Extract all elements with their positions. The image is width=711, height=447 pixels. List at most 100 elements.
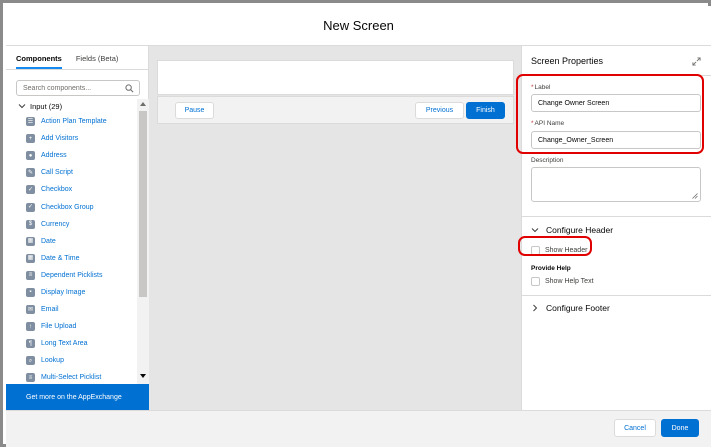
- panel-tabs: Components Fields (Beta): [6, 46, 148, 70]
- list-item-label: Lookup: [41, 357, 64, 365]
- list-item[interactable]: ✉ Email: [6, 301, 137, 318]
- dependent-picklists-icon: ≡: [26, 270, 35, 280]
- screen-canvas: Pause Previous Finish: [149, 46, 521, 410]
- pause-button[interactable]: Pause: [175, 102, 214, 119]
- list-item-label: Display Image: [41, 288, 86, 296]
- chevron-down-icon: [531, 228, 539, 233]
- required-marker: *: [531, 84, 534, 91]
- list-item[interactable]: ⌕ Lookup: [6, 352, 137, 369]
- label-input[interactable]: [531, 94, 701, 112]
- expand-icon[interactable]: [692, 57, 701, 66]
- configure-header-label: Configure Header: [546, 225, 614, 235]
- properties-panel: Screen Properties *Label *API Name Descr…: [521, 46, 711, 410]
- date-icon: ▦: [26, 236, 35, 246]
- section-input[interactable]: Input (29): [6, 99, 137, 113]
- previous-button[interactable]: Previous: [415, 102, 464, 119]
- search-icon[interactable]: [125, 84, 134, 93]
- label-field-label: *Label: [531, 84, 550, 91]
- list-item[interactable]: ▦ Date: [6, 233, 137, 250]
- finish-button[interactable]: Finish: [466, 102, 505, 119]
- api-name-field-text: API Name: [534, 120, 565, 127]
- file-upload-icon: ↑: [26, 322, 35, 332]
- list-item-label: Date: [41, 237, 56, 245]
- list-item[interactable]: ✓ Checkbox: [6, 181, 137, 198]
- modal-frame: New Screen Components Fields (Beta) Inpu…: [0, 0, 711, 447]
- properties-title: Screen Properties: [531, 56, 604, 66]
- api-name-field-label: *API Name: [531, 120, 564, 127]
- section-input-label: Input (29): [30, 101, 63, 111]
- resize-grip-icon[interactable]: [692, 193, 698, 199]
- components-panel: Components Fields (Beta) Input (29) ☰ Act…: [6, 46, 149, 410]
- api-name-input[interactable]: [531, 131, 701, 149]
- add-visitors-icon: +: [26, 134, 35, 144]
- show-header-label: Show Header: [545, 247, 588, 254]
- section-divider: [522, 295, 711, 296]
- panel-divider: [522, 75, 711, 76]
- list-item-label: Checkbox: [41, 186, 73, 194]
- list-item[interactable]: ▪ Display Image: [6, 284, 137, 301]
- list-item[interactable]: ✓ Checkbox Group: [6, 198, 137, 215]
- list-item[interactable]: $ Currency: [6, 216, 137, 233]
- list-item-label: Currency: [41, 220, 70, 228]
- display-image-icon: ▪: [26, 287, 35, 297]
- list-item-label: Long Text Area: [41, 340, 88, 348]
- email-icon: ✉: [26, 305, 35, 315]
- description-textarea[interactable]: [531, 167, 701, 202]
- list-item[interactable]: ≡ Multi-Select Picklist: [6, 369, 137, 384]
- scroll-thumb[interactable]: [139, 111, 147, 297]
- list-item-label: Call Script: [41, 169, 73, 177]
- search-input[interactable]: [23, 84, 123, 92]
- action-plan-icon: ☰: [26, 117, 35, 127]
- screen-body[interactable]: [157, 60, 514, 95]
- list-item[interactable]: ≡ Dependent Picklists: [6, 267, 137, 284]
- configure-footer-toggle[interactable]: Configure Footer: [531, 303, 610, 313]
- cancel-button[interactable]: Cancel: [614, 419, 656, 437]
- call-script-icon: ✎: [26, 168, 35, 178]
- tab-fields-beta[interactable]: Fields (Beta): [76, 54, 119, 69]
- chevron-down-icon: [18, 104, 26, 109]
- list-item[interactable]: ↑ File Upload: [6, 318, 137, 335]
- list-item-label: Dependent Picklists: [41, 271, 103, 279]
- done-button[interactable]: Done: [661, 419, 699, 437]
- lookup-icon: ⌕: [26, 356, 35, 366]
- show-help-text-label: Show Help Text: [545, 278, 594, 285]
- list-item[interactable]: ▦ Date & Time: [6, 250, 137, 267]
- multi-select-picklist-icon: ≡: [26, 373, 35, 383]
- list-item-label: Email: [41, 306, 59, 314]
- required-marker: *: [531, 120, 534, 127]
- scroll-down-icon[interactable]: [140, 373, 146, 379]
- show-help-text-checkbox[interactable]: Show Help Text: [531, 277, 594, 286]
- components-scrollbar[interactable]: [137, 99, 149, 384]
- list-item-label: Action Plan Template: [41, 118, 107, 126]
- list-item[interactable]: + Add Visitors: [6, 130, 137, 147]
- list-item[interactable]: ● Address: [6, 147, 137, 164]
- currency-icon: $: [26, 219, 35, 229]
- modal-header: New Screen: [6, 6, 711, 46]
- list-item-label: File Upload: [41, 323, 77, 331]
- description-field-label: Description: [531, 157, 564, 164]
- scroll-up-icon[interactable]: [140, 101, 146, 107]
- checkbox-box[interactable]: [531, 277, 540, 286]
- provide-help-heading: Provide Help: [531, 265, 571, 272]
- list-item-label: Date & Time: [41, 254, 80, 262]
- checkbox-box[interactable]: [531, 246, 540, 255]
- configure-header-toggle[interactable]: Configure Header: [531, 225, 613, 235]
- appexchange-link[interactable]: Get more on the AppExchange: [6, 384, 149, 410]
- tab-components[interactable]: Components: [16, 54, 62, 69]
- address-icon: ●: [26, 151, 35, 161]
- checkbox-icon: ✓: [26, 185, 35, 195]
- list-item[interactable]: ¶ Long Text Area: [6, 335, 137, 352]
- section-divider: [522, 216, 711, 217]
- date-time-icon: ▦: [26, 253, 35, 263]
- list-item[interactable]: ☰ Action Plan Template: [6, 113, 137, 130]
- show-header-checkbox[interactable]: Show Header: [531, 246, 587, 255]
- modal-title: New Screen: [323, 18, 394, 33]
- list-item[interactable]: ✎ Call Script: [6, 164, 137, 181]
- list-item-label: Multi-Select Picklist: [41, 374, 102, 382]
- label-field-text: Label: [534, 84, 551, 91]
- search-box: [16, 80, 140, 96]
- modal-footer: Cancel Done: [6, 410, 711, 447]
- list-item-label: Add Visitors: [41, 135, 79, 143]
- list-item-label: Address: [41, 152, 67, 160]
- screen-footer: Pause Previous Finish: [157, 96, 514, 124]
